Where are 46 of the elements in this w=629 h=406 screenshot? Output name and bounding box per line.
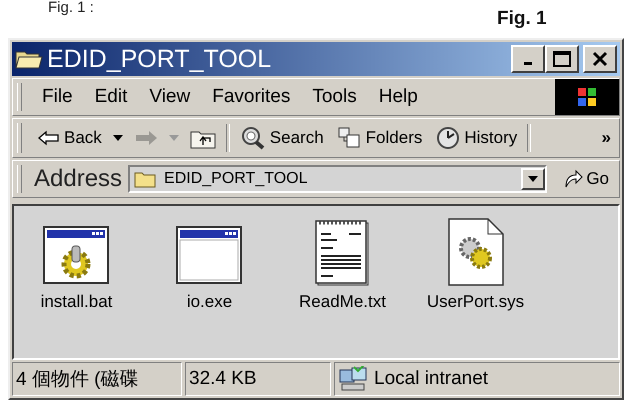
dropdown-icon[interactable]: [527, 175, 540, 183]
text-document-icon: [314, 220, 370, 286]
maximize-icon: [553, 51, 571, 67]
back-dropdown-icon[interactable]: [112, 134, 124, 142]
status-field: 32.4 KB: [185, 362, 331, 396]
close-icon: [592, 51, 608, 67]
menu-item[interactable]: View: [141, 84, 198, 110]
explorer-item[interactable]: UserPort.sys: [413, 216, 538, 312]
address-bar[interactable]: EDID_PORT_TOOL: [128, 165, 548, 193]
explorer-item[interactable]: ReadMe.txt: [280, 216, 405, 312]
more-tools-button[interactable]: »: [594, 128, 619, 148]
minimize-icon: [524, 62, 532, 65]
gear-window-icon: [42, 226, 110, 286]
address-label: Address: [34, 165, 122, 193]
zone-status: Local intranet: [334, 362, 620, 396]
window-icon: [176, 226, 244, 286]
figure-caption: Fig. 1 :: [48, 0, 94, 16]
close-button[interactable]: [583, 45, 617, 73]
back-arrow-icon: [38, 130, 60, 146]
minimize-button[interactable]: [511, 45, 545, 73]
clock-icon: [436, 126, 460, 150]
network-computer-icon: [338, 366, 368, 392]
menu-item[interactable]: Tools: [304, 84, 365, 110]
folders-button[interactable]: Folders: [334, 125, 426, 151]
forward-arrow-icon: [134, 130, 158, 146]
gear-document-icon: [448, 218, 504, 286]
explorer-item[interactable]: install.bat: [14, 216, 139, 312]
windows-flag-icon: [576, 86, 598, 108]
maximize-button[interactable]: [545, 45, 579, 73]
menu-item[interactable]: Help: [370, 84, 426, 110]
menu-item[interactable]: Favorites: [204, 84, 298, 110]
menu-item[interactable]: Edit: [86, 84, 136, 110]
menu-item[interactable]: File: [34, 84, 81, 110]
history-button[interactable]: History: [432, 124, 522, 152]
status-field: 4 個物件 (磁碟: [12, 362, 182, 396]
figure-label: Fig. 1: [497, 8, 547, 30]
curved-arrow-icon: [563, 169, 584, 189]
explorer-item[interactable]: io.exe: [147, 216, 272, 312]
search-icon: [240, 126, 266, 150]
search-button[interactable]: Search: [236, 124, 328, 152]
folders-icon: [338, 127, 362, 149]
go-button[interactable]: Go: [553, 169, 619, 189]
window-title: EDID_PORT_TOOL: [47, 44, 272, 74]
back-button[interactable]: Back: [34, 126, 106, 150]
address-input[interactable]: EDID_PORT_TOOL: [162, 169, 516, 189]
folder-icon: [134, 170, 156, 188]
